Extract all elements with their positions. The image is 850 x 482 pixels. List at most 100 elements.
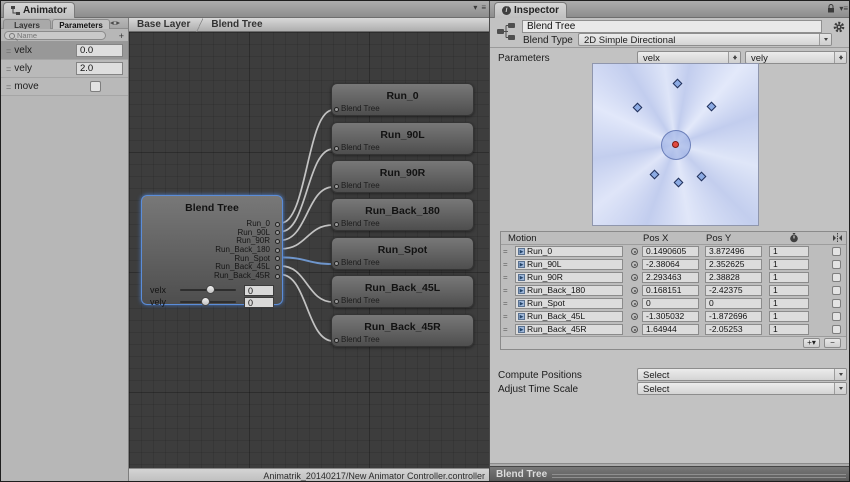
blend-tree-graph[interactable]: Blend Tree Run_0Run_90LRun_90RRun_Back_1… [129, 32, 489, 468]
eye-icon[interactable] [109, 19, 121, 27]
pos-x-field[interactable]: 0.168151 [642, 285, 699, 296]
motion-node-Run_90R[interactable]: Run_90RBlend Tree [331, 160, 474, 193]
breadcrumb-blend-tree[interactable]: Blend Tree [203, 19, 268, 30]
motion-field[interactable]: ▶Run_Back_45L [515, 311, 623, 322]
pos-x-field[interactable]: 0.1490605 [642, 246, 699, 257]
output-port[interactable] [275, 274, 280, 279]
pos-x-field[interactable]: 0 [642, 298, 699, 309]
parameter-row-velx[interactable]: =velx0.0 [1, 42, 128, 60]
blend-position-dot[interactable] [672, 141, 679, 148]
pos-y-field[interactable]: -2.42375 [705, 285, 762, 296]
gear-icon[interactable] [833, 21, 845, 33]
motion-point-Run_Back_180[interactable] [673, 178, 683, 188]
connection-Run_90R[interactable] [281, 187, 333, 240]
motion-point-Run_0[interactable] [673, 78, 683, 88]
input-port[interactable] [334, 107, 339, 112]
slider-value-field[interactable]: 0 [244, 285, 274, 296]
drag-handle-icon[interactable]: = [503, 260, 507, 269]
drag-handle-icon[interactable]: = [503, 312, 507, 321]
drag-handle-icon[interactable]: = [503, 299, 507, 308]
output-port[interactable] [275, 265, 280, 270]
object-picker-icon[interactable] [631, 287, 638, 294]
input-port[interactable] [334, 338, 339, 343]
motion-field[interactable]: ▶Run_0 [515, 246, 623, 257]
motion-node-Run_Spot[interactable]: Run_SpotBlend Tree [331, 237, 474, 270]
drag-handle-icon[interactable]: = [503, 247, 507, 256]
blend-type-dropdown[interactable]: 2D Simple Directional [578, 33, 832, 46]
pos-y-field[interactable]: -2.05253 [705, 324, 762, 335]
pos-y-field[interactable]: 2.38828 [705, 272, 762, 283]
drag-handle-icon[interactable]: = [503, 286, 507, 295]
speed-field[interactable]: 1 [769, 311, 809, 322]
pos-y-field[interactable]: -1.872696 [705, 311, 762, 322]
mirror-checkbox[interactable] [832, 273, 841, 282]
mirror-checkbox[interactable] [832, 299, 841, 308]
input-port[interactable] [334, 222, 339, 227]
object-picker-icon[interactable] [631, 313, 638, 320]
drag-handle-icon[interactable]: = [503, 273, 507, 282]
motion-field[interactable]: ▶Run_90L [515, 259, 623, 270]
input-port[interactable] [334, 261, 339, 266]
tab-animator[interactable]: Animator [3, 2, 75, 18]
pos-y-field[interactable]: 3.872496 [705, 246, 762, 257]
input-port[interactable] [334, 184, 339, 189]
motion-node-Run_Back_45L[interactable]: Run_Back_45LBlend Tree [331, 275, 474, 308]
output-port[interactable] [275, 256, 280, 261]
param-y-dropdown[interactable]: vely [745, 51, 847, 64]
connection-Run_Spot[interactable] [281, 257, 333, 264]
remove-motion-button[interactable]: − [824, 338, 841, 348]
motion-point-Run_Back_45R[interactable] [697, 172, 707, 182]
lock-icon[interactable] [827, 4, 835, 13]
motion-node-Run_Back_45R[interactable]: Run_Back_45RBlend Tree [331, 314, 474, 347]
blend-tree-name-field[interactable]: Blend Tree [522, 20, 822, 33]
blend-tree-node[interactable]: Blend Tree Run_0Run_90LRun_90RRun_Back_1… [141, 195, 283, 305]
parameter-value-field[interactable]: 2.0 [76, 62, 123, 75]
speed-field[interactable]: 1 [769, 272, 809, 283]
parameter-row-move[interactable]: =move [1, 78, 128, 96]
mirror-checkbox[interactable] [832, 325, 841, 334]
search-input[interactable]: Name [4, 31, 106, 40]
slider-thumb[interactable] [206, 285, 215, 294]
input-port[interactable] [334, 146, 339, 151]
drag-handle-icon[interactable]: = [503, 325, 507, 334]
slider-value-field[interactable]: 0 [244, 297, 274, 308]
object-picker-icon[interactable] [631, 300, 638, 307]
add-motion-button[interactable]: +▾ [803, 338, 820, 348]
blend-space-diagram[interactable] [592, 63, 759, 226]
inspector-menu-icon[interactable]: ▾≡ [839, 5, 848, 13]
object-picker-icon[interactable] [631, 261, 638, 268]
object-picker-icon[interactable] [631, 274, 638, 281]
mirror-checkbox[interactable] [832, 286, 841, 295]
speed-field[interactable]: 1 [769, 298, 809, 309]
tab-parameters[interactable]: Parameters [52, 19, 110, 29]
parameter-value-field[interactable]: 0.0 [76, 44, 123, 57]
tab-layers[interactable]: Layers [3, 19, 51, 29]
object-picker-icon[interactable] [631, 326, 638, 333]
speed-field[interactable]: 1 [769, 285, 809, 296]
adjust-time-scale-dropdown[interactable]: Select [637, 382, 847, 395]
output-port[interactable] [275, 222, 280, 227]
parameter-checkbox[interactable] [90, 81, 101, 92]
output-port[interactable] [275, 230, 280, 235]
output-port[interactable] [275, 248, 280, 253]
add-parameter-button[interactable]: + [119, 31, 124, 41]
breadcrumb-base-layer[interactable]: Base Layer [129, 19, 196, 30]
pos-x-field[interactable]: 2.293463 [642, 272, 699, 283]
motion-field[interactable]: ▶Run_90R [515, 272, 623, 283]
speed-field[interactable]: 1 [769, 246, 809, 257]
parameter-row-vely[interactable]: =vely2.0 [1, 60, 128, 78]
motion-node-Run_0[interactable]: Run_0Blend Tree [331, 83, 474, 116]
connection-Run_Back_45L[interactable] [281, 266, 333, 302]
mirror-checkbox[interactable] [832, 247, 841, 256]
compute-positions-dropdown[interactable]: Select [637, 368, 847, 381]
pos-y-field[interactable]: 0 [705, 298, 762, 309]
output-port[interactable] [275, 239, 280, 244]
pos-x-field[interactable]: -2.38064 [642, 259, 699, 270]
mirror-checkbox[interactable] [832, 312, 841, 321]
motion-point-Run_Back_45L[interactable] [650, 169, 660, 179]
pos-x-field[interactable]: -1.305032 [642, 311, 699, 322]
motion-field[interactable]: ▶Run_Spot [515, 298, 623, 309]
tab-inspector[interactable]: i Inspector [494, 2, 567, 18]
motion-node-Run_Back_180[interactable]: Run_Back_180Blend Tree [331, 198, 474, 231]
motion-point-Run_90R[interactable] [707, 102, 717, 112]
